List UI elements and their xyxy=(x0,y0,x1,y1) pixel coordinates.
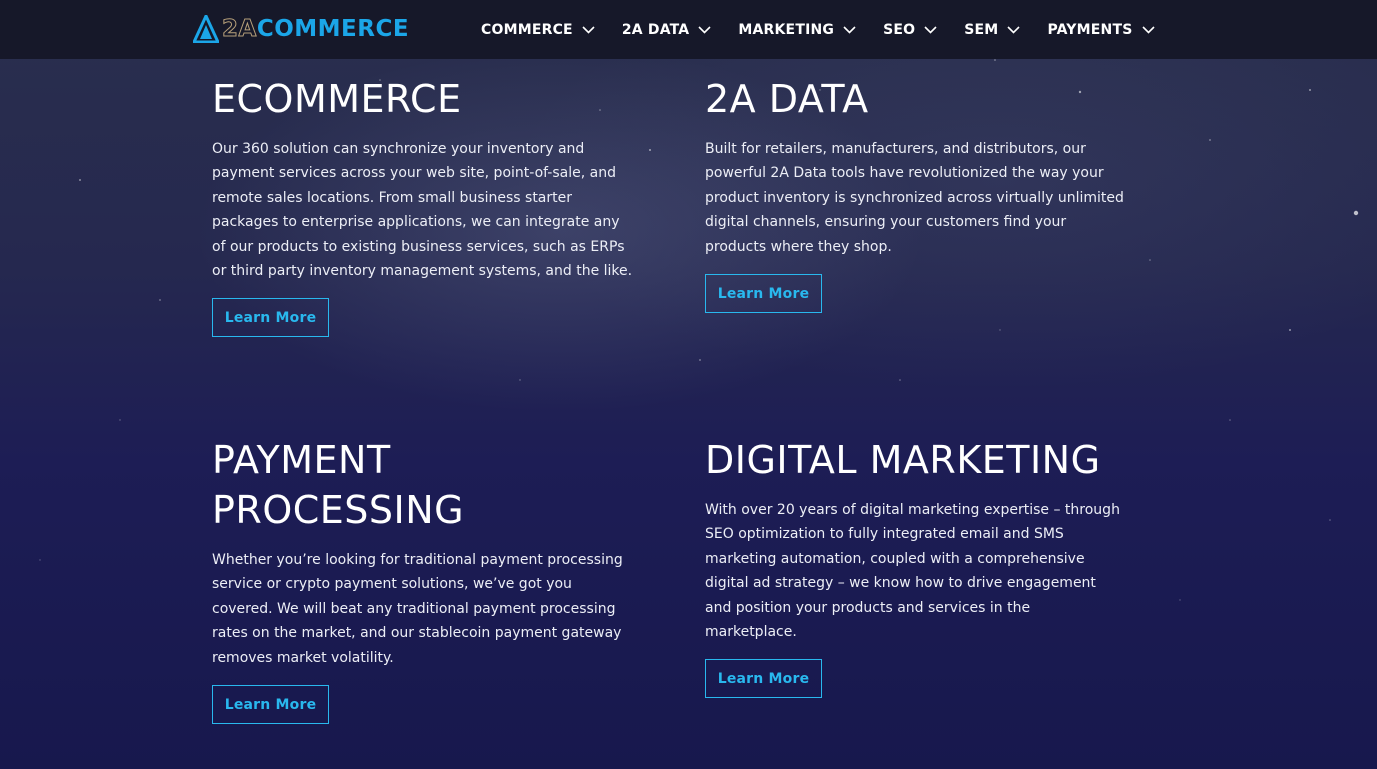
chevron-down-icon xyxy=(843,25,856,34)
learn-more-button[interactable]: Learn More xyxy=(212,685,329,725)
nav-item-label: SEM xyxy=(964,21,999,38)
chevron-down-icon xyxy=(924,25,937,34)
section-2a-data: 2A DATA Built for retailers, manufacture… xyxy=(705,74,1125,314)
section-body: Built for retailers, manufacturers, and … xyxy=(705,141,1124,255)
learn-more-button[interactable]: Learn More xyxy=(705,659,822,699)
section-title: DIGITAL MARKETING xyxy=(705,438,1101,482)
top-navigation-bar: 2ACOMMERCE COMMERCE 2A DATA MARKETING SE… xyxy=(0,0,1377,59)
nav-item-2a-data[interactable]: 2A DATA xyxy=(622,22,712,38)
brand-triangle-icon xyxy=(193,15,219,43)
brand-prefix: 2A xyxy=(222,16,257,43)
main-menu: COMMERCE 2A DATA MARKETING SEO SEM PAYME… xyxy=(481,0,1182,59)
nav-item-sem[interactable]: SEM xyxy=(964,21,1021,38)
section-body: Whether you’re looking for traditional p… xyxy=(212,552,623,666)
section-title: 2A DATA xyxy=(705,77,869,121)
nav-item-commerce[interactable]: COMMERCE xyxy=(481,22,595,38)
chevron-down-icon xyxy=(1007,25,1021,34)
starfield-background xyxy=(39,59,1359,601)
nav-item-marketing[interactable]: MARKETING xyxy=(738,22,856,38)
section-title: PAYMENT PROCESSING xyxy=(212,438,465,532)
nav-item-label: SEO xyxy=(883,21,916,38)
nav-item-label: PAYMENTS xyxy=(1047,21,1133,38)
chevron-down-icon xyxy=(582,25,595,34)
brand-logo[interactable]: 2ACOMMERCE xyxy=(193,14,409,44)
section-digital-marketing: DIGITAL MARKETING With over 20 years of … xyxy=(705,435,1125,699)
nav-item-seo[interactable]: SEO xyxy=(883,22,937,38)
nav-item-label: COMMERCE xyxy=(481,21,573,38)
section-body: With over 20 years of digital marketing … xyxy=(705,502,1120,641)
nav-item-label: MARKETING xyxy=(738,21,835,38)
learn-more-button[interactable]: Learn More xyxy=(705,274,822,314)
chevron-down-icon xyxy=(698,25,711,34)
brand-name: COMMERCE xyxy=(256,16,410,42)
section-payment-processing: PAYMENT PROCESSING Whether you’re lookin… xyxy=(212,435,632,725)
learn-more-button[interactable]: Learn More xyxy=(212,298,329,338)
section-ecommerce: ECOMMERCE Our 360 solution can synchroni… xyxy=(212,74,637,338)
nav-item-label: 2A DATA xyxy=(621,21,690,38)
section-title: ECOMMERCE xyxy=(212,77,462,121)
nav-item-payments[interactable]: PAYMENTS xyxy=(1047,21,1155,38)
section-body: Our 360 solution can synchronize your in… xyxy=(212,141,633,280)
chevron-down-icon xyxy=(1141,25,1155,34)
